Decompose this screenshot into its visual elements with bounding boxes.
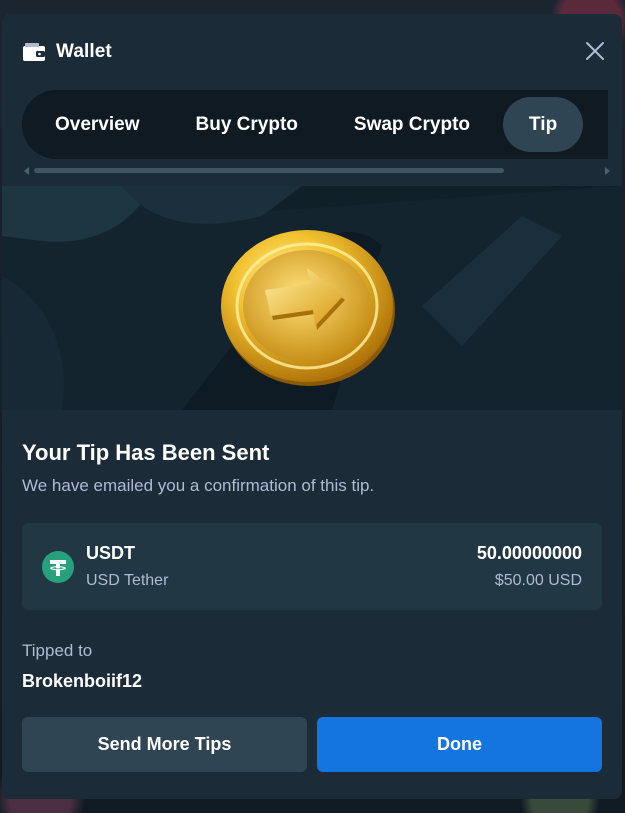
recipient-username: Brokenboiif12: [22, 671, 143, 691]
close-icon[interactable]: [584, 40, 606, 62]
tab-buy-crypto[interactable]: Buy Crypto: [173, 97, 321, 152]
done-button[interactable]: Done: [317, 717, 602, 772]
tab-tip[interactable]: Tip: [503, 97, 584, 152]
confirmation-heading: Your Tip Has Been Sent: [22, 440, 270, 465]
scroll-left-arrow-icon[interactable]: [24, 167, 29, 175]
tether-icon: [42, 550, 74, 583]
hero-banner: [2, 186, 622, 410]
send-more-tips-button[interactable]: Send More Tips: [22, 717, 307, 772]
tab-scrollbar[interactable]: [24, 166, 610, 175]
recipient-info: Tipped to Brokenboiif12: [22, 641, 602, 692]
tip-confirmation: Your Tip Has Been Sent We have emailed y…: [2, 410, 622, 772]
scroll-thumb[interactable]: [34, 168, 504, 173]
tab-overview[interactable]: Overview: [32, 97, 163, 152]
currency-name: USD Tether: [86, 572, 169, 589]
wallet-icon: [23, 43, 45, 61]
tab-bar: Overview Buy Crypto Swap Crypto Tip: [2, 90, 622, 186]
confirmation-subtext: We have emailed you a confirmation of th…: [22, 476, 375, 495]
recipient-label: Tipped to: [22, 641, 93, 660]
coin-arrow-icon: [221, 230, 395, 386]
currency-values: 50.00000000 $50.00 USD: [477, 523, 582, 610]
tab-list: Overview Buy Crypto Swap Crypto Tip: [22, 90, 608, 159]
action-buttons: Send More Tips Done: [22, 717, 602, 772]
tip-amount: 50.00000000: [476, 543, 582, 563]
modal-title: Wallet: [56, 41, 112, 62]
modal-header: Wallet: [2, 14, 622, 90]
currency-symbol: USDT: [86, 543, 135, 563]
currency-names: USDT USD Tether: [86, 543, 168, 590]
tip-usd-value: $50.00 USD: [494, 572, 582, 589]
scroll-right-arrow-icon[interactable]: [605, 167, 610, 175]
currency-card: USDT USD Tether 50.00000000 $50.00 USD: [22, 523, 602, 610]
tab-swap-crypto[interactable]: Swap Crypto: [331, 97, 493, 152]
wallet-modal: Wallet Overview Buy Crypto Swap Crypto T…: [2, 14, 622, 799]
